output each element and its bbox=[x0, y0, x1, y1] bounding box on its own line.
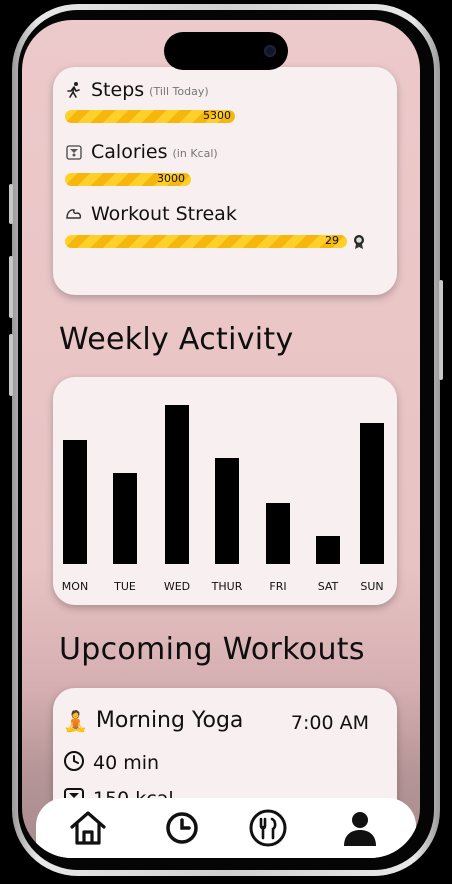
tick-label-tue: TUE bbox=[113, 580, 136, 593]
weekly-activity-title: Weekly Activity bbox=[59, 322, 294, 357]
running-icon bbox=[65, 81, 83, 99]
steps-subtitle: (Till Today) bbox=[149, 85, 209, 98]
workout-name: Morning Yoga bbox=[95, 708, 244, 733]
bar-thur bbox=[215, 458, 239, 564]
weekly-activity-chart: MON TUE WED THUR FRI SAT SUN bbox=[53, 377, 397, 605]
action-button bbox=[9, 184, 13, 224]
scale-icon bbox=[65, 143, 83, 161]
fork-knife-icon[interactable] bbox=[248, 808, 288, 848]
tick-label-wed: WED bbox=[164, 580, 190, 593]
streak-row: Workout Streak bbox=[65, 203, 237, 225]
tick-label-sun: SUN bbox=[360, 580, 383, 593]
bar-chart: MON TUE WED THUR FRI SAT SUN bbox=[62, 405, 384, 593]
upcoming-workouts-title: Upcoming Workouts bbox=[59, 632, 365, 667]
yoga-icon: 🧘 bbox=[63, 708, 88, 733]
bar-fri bbox=[266, 503, 290, 564]
profile-icon[interactable] bbox=[340, 808, 380, 848]
tick-label-mon: MON bbox=[62, 580, 88, 593]
bar-wed bbox=[165, 405, 189, 564]
steps-row: Steps (Till Today) bbox=[65, 79, 209, 101]
tick-label-fri: FRI bbox=[269, 580, 286, 593]
calories-progress-bar: 3000 bbox=[65, 172, 191, 186]
app-screen: Steps (Till Today) 5300 Calories (in Kca… bbox=[22, 20, 420, 858]
bar-sat bbox=[316, 536, 340, 564]
volume-down-button bbox=[9, 334, 13, 396]
calories-title: Calories bbox=[91, 141, 168, 163]
workout-duration-row: 40 min bbox=[63, 750, 159, 776]
power-button bbox=[439, 280, 443, 380]
steps-title: Steps bbox=[91, 79, 145, 101]
workout-header: 🧘 Morning Yoga bbox=[63, 708, 243, 733]
tick-label-sat: SAT bbox=[318, 580, 339, 593]
flexed-arm-icon bbox=[65, 205, 83, 223]
volume-up-button bbox=[9, 256, 13, 318]
stats-card: Steps (Till Today) 5300 Calories (in Kca… bbox=[53, 67, 397, 295]
calories-row: Calories (in Kcal) bbox=[65, 141, 218, 163]
workout-duration: 40 min bbox=[93, 752, 160, 774]
tick-label-thur: THUR bbox=[211, 580, 243, 593]
steps-value: 5300 bbox=[203, 109, 231, 122]
calories-subtitle: (in Kcal) bbox=[172, 147, 218, 160]
calories-value: 3000 bbox=[157, 172, 185, 185]
bar-sun bbox=[360, 423, 384, 564]
workout-time: 7:00 AM bbox=[290, 712, 369, 734]
streak-progress-bar: 29 bbox=[65, 234, 347, 248]
streak-title: Workout Streak bbox=[91, 203, 237, 225]
medal-icon bbox=[351, 234, 367, 250]
clock-icon bbox=[63, 750, 85, 776]
bar-tue bbox=[113, 473, 137, 564]
home-icon[interactable] bbox=[68, 808, 108, 848]
camera-icon bbox=[264, 45, 276, 57]
bottom-navigation bbox=[36, 798, 416, 858]
clock-nav-icon[interactable] bbox=[162, 808, 202, 848]
steps-progress-bar: 5300 bbox=[65, 109, 235, 123]
bar-mon bbox=[63, 440, 87, 564]
dynamic-island bbox=[164, 32, 288, 70]
streak-value: 29 bbox=[325, 234, 339, 247]
